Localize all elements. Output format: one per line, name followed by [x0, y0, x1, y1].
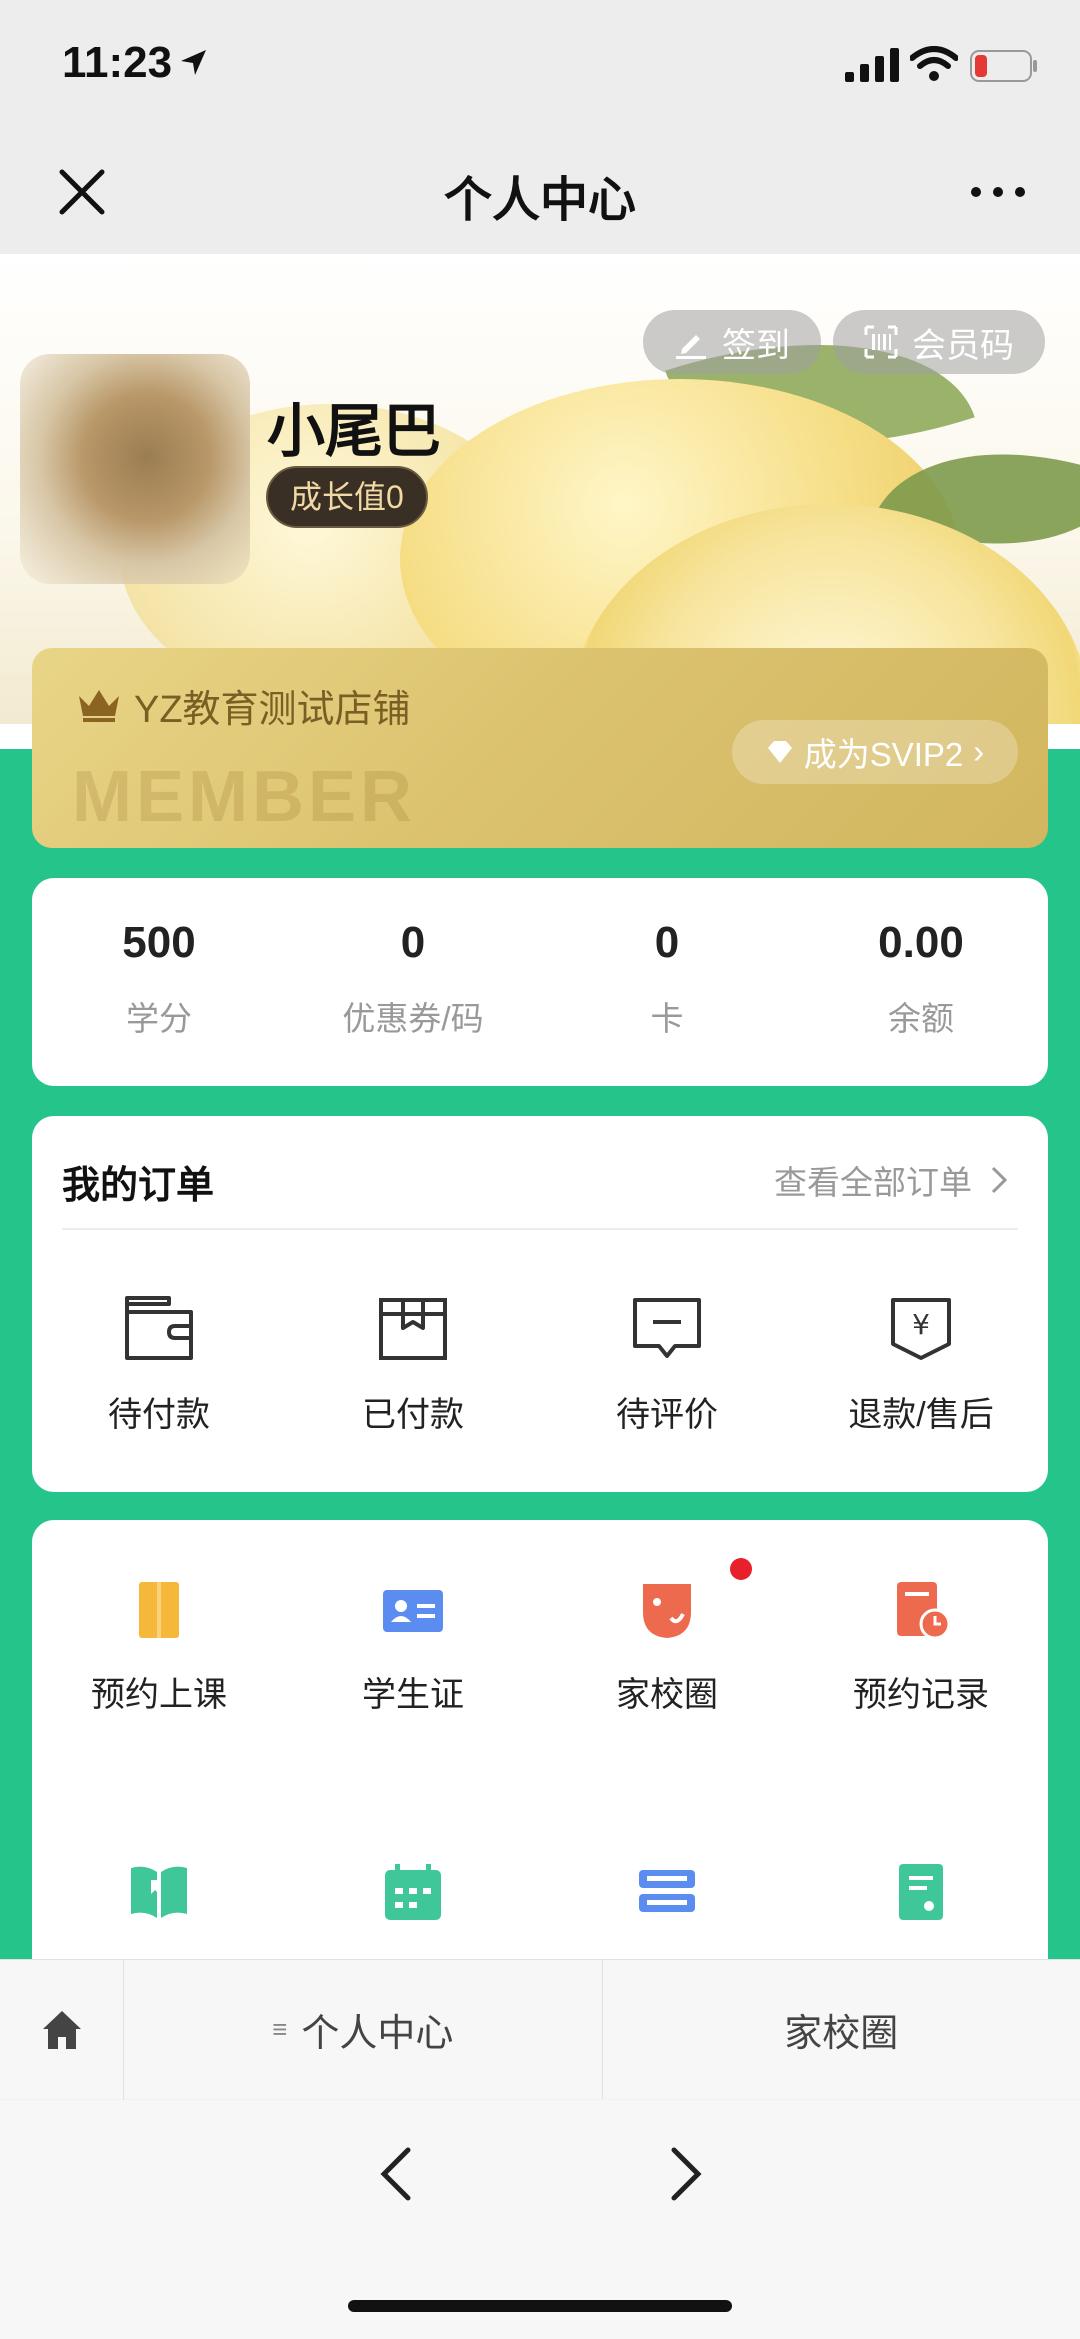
member-code-button[interactable]: 会员码 [833, 310, 1045, 374]
diamond-icon [767, 741, 792, 763]
assets-card: 500 学分 0 优惠券/码 0 卡 0.00 余额 [32, 878, 1048, 1086]
stat-coupons[interactable]: 0 优惠券/码 [286, 878, 540, 1086]
view-all-orders-link[interactable]: 查看全部订单 [774, 1156, 1008, 1204]
tool-label: 我的课程 [540, 1949, 794, 1959]
booking-icon [139, 1582, 179, 1638]
tool-booking-records[interactable]: 预约记录 [794, 1520, 1048, 1802]
calendar-icon [385, 1864, 441, 1920]
order-label: 退款/售后 [848, 1396, 994, 1434]
open-book-icon [131, 1866, 187, 1918]
view-all-orders-label: 查看全部订单 [774, 1164, 972, 1201]
checkin-button[interactable]: 签到 [643, 310, 821, 374]
order-refund[interactable]: ¥ 退款/售后 [794, 1294, 1048, 1436]
member-watermark: MEMBER [72, 757, 416, 837]
chevron-right-icon [991, 1166, 1008, 1194]
stat-balance[interactable]: 0.00 余额 [794, 878, 1048, 1086]
page-title: 个人中心 [443, 174, 636, 227]
nav-bar: 个人中心 [0, 130, 1080, 254]
tab-personal-center[interactable]: ≡ 个人中心 [124, 1960, 603, 2099]
tool-school-circle[interactable]: 家校圈 [540, 1520, 794, 1802]
tool-timetable[interactable]: 查看课表 [286, 1802, 540, 1959]
crown-icon [79, 690, 119, 722]
user-name: 小尾巴 [267, 399, 442, 464]
home-indicator [348, 2300, 732, 2312]
orders-title: 我的订单 [62, 1165, 215, 1207]
checkin-label: 签到 [722, 326, 790, 365]
home-icon [42, 2011, 81, 2049]
wifi-icon [910, 46, 958, 81]
tool-label: 学习记录 [32, 1949, 286, 1959]
stat-cards[interactable]: 0 卡 [540, 878, 794, 1086]
student-id-icon [383, 1590, 443, 1632]
tool-label: 预约记录 [853, 1676, 989, 1714]
order-label: 已付款 [362, 1396, 464, 1434]
tool-study-records[interactable]: 学习记录 [32, 1802, 286, 1959]
barcode-icon [864, 325, 898, 359]
order-label: 待评价 [616, 1396, 718, 1434]
member-card[interactable]: YZ教育测试店铺 MEMBER 成为SVIP2 › [32, 648, 1048, 848]
box-icon [379, 1298, 447, 1360]
forward-arrow-icon[interactable] [664, 2144, 708, 2204]
pencil-icon [676, 335, 706, 359]
status-time: 11:23 [62, 38, 173, 87]
chevron-right-icon: › [973, 733, 985, 770]
comment-icon [633, 1298, 701, 1358]
notification-dot [730, 1558, 752, 1580]
certificate-icon [899, 1864, 943, 1920]
tool-label: 预约上课 [91, 1676, 227, 1714]
signal-icon [845, 48, 899, 82]
divider [62, 1228, 1018, 1230]
order-label: 待付款 [108, 1396, 210, 1434]
orders-card: 我的订单 查看全部订单 待付款 已付款 待评价 ¥ 退款/售后 [32, 1116, 1048, 1492]
shop-name: YZ教育测试店铺 [134, 689, 411, 731]
more-icon[interactable] [968, 180, 1028, 204]
battery-icon [970, 50, 1037, 82]
mask-icon [643, 1584, 691, 1638]
status-bar: 11:23 [0, 0, 1080, 130]
stat-label: 优惠券/码 [342, 1000, 484, 1037]
browser-nav-bar [0, 2100, 1080, 2339]
refund-icon: ¥ [891, 1298, 951, 1360]
stat-credits[interactable]: 500 学分 [32, 878, 286, 1086]
stat-value: 500 [122, 918, 196, 967]
tool-label: 学生证 [362, 1676, 464, 1714]
tool-label: 证书 [794, 1949, 1048, 1959]
stat-value: 0 [654, 918, 680, 967]
growth-value-badge[interactable]: 成长值0 [266, 466, 428, 528]
back-arrow-icon[interactable] [374, 2144, 418, 2204]
tab-home[interactable] [0, 1960, 124, 2100]
tool-label: 家校圈 [616, 1676, 718, 1714]
order-pending-payment[interactable]: 待付款 [32, 1294, 286, 1436]
tool-certificate[interactable]: 证书 [794, 1802, 1048, 1959]
stat-value: 0 [400, 918, 426, 967]
tab-label: 家校圈 [784, 2013, 899, 2055]
stat-value: 0.00 [878, 918, 964, 967]
page-content: 签到 会员码 小尾巴 成长值0 YZ教育测试店铺 MEMBER 成为SVIP2 … [0, 254, 1080, 1959]
stat-label: 余额 [888, 1000, 954, 1037]
order-paid[interactable]: 已付款 [286, 1294, 540, 1436]
avatar[interactable] [20, 354, 250, 584]
tools-grid: 预约上课 学生证 家校圈 预约记录 [32, 1520, 1048, 1959]
svg-text:¥: ¥ [912, 1308, 930, 1341]
stat-label: 学分 [126, 1000, 192, 1037]
svip-label: 成为SVIP2 [803, 736, 964, 773]
tab-label: 个人中心 [301, 2013, 454, 2055]
order-status-row: 待付款 已付款 待评价 ¥ 退款/售后 [32, 1294, 1048, 1436]
record-icon [897, 1582, 951, 1640]
bottom-tab-bar: ≡ 个人中心 家校圈 [0, 1959, 1080, 2100]
books-icon [639, 1870, 695, 1912]
wallet-icon [125, 1296, 193, 1360]
tool-label: 查看课表 [286, 1949, 540, 1959]
tool-my-courses[interactable]: 我的课程 [540, 1802, 794, 1959]
tools-card: 预约上课 学生证 家校圈 预约记录 [32, 1520, 1048, 1959]
stat-label: 卡 [650, 1000, 684, 1037]
menu-icon: ≡ [272, 2014, 288, 2044]
become-svip-button[interactable]: 成为SVIP2 › [732, 720, 1018, 784]
member-code-label: 会员码 [912, 326, 1014, 365]
location-arrow-icon [181, 50, 206, 75]
order-to-review[interactable]: 待评价 [540, 1294, 794, 1436]
tool-student-id[interactable]: 学生证 [286, 1520, 540, 1802]
tab-school-circle[interactable]: 家校圈 [603, 1960, 1080, 2099]
tool-booking[interactable]: 预约上课 [32, 1520, 286, 1802]
